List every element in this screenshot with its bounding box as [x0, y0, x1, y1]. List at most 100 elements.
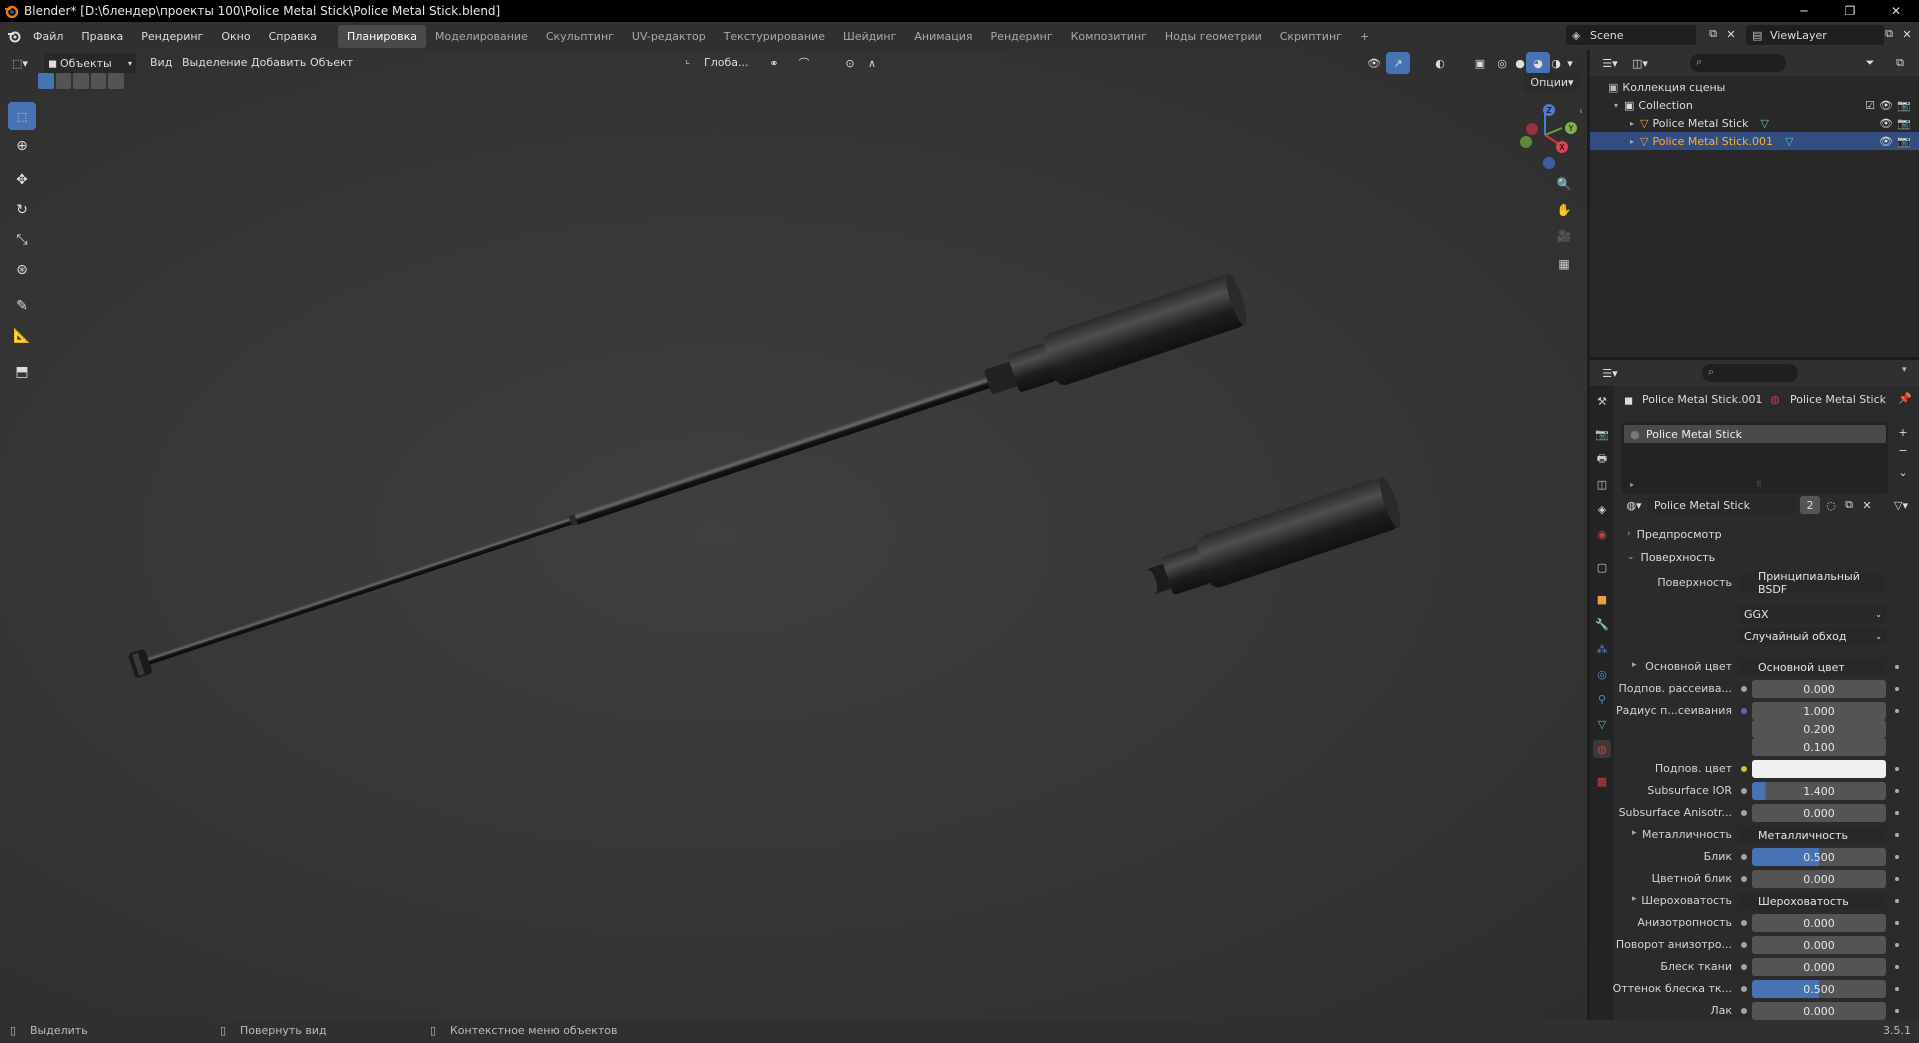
texture-tab-icon[interactable]: ▩: [1593, 772, 1611, 790]
eye-icon[interactable]: 👁: [1879, 135, 1893, 148]
color-swatch[interactable]: [1752, 760, 1886, 778]
value-slider[interactable]: 0.000: [1752, 914, 1886, 932]
select-subtract-icon[interactable]: [73, 73, 89, 89]
new-collection-icon[interactable]: ⧉: [1888, 52, 1912, 74]
police-metal-stick-extended[interactable]: [123, 272, 1251, 692]
workspace-tab[interactable]: Скриптинг: [1271, 25, 1351, 48]
menu-view[interactable]: Вид: [150, 56, 172, 69]
users-count[interactable]: 2: [1800, 496, 1820, 514]
socket-icon[interactable]: [1741, 854, 1747, 860]
socket-icon[interactable]: [1741, 788, 1747, 794]
collapse-sidebar-icon[interactable]: ‹: [1579, 106, 1583, 117]
socket-icon[interactable]: [1741, 1008, 1747, 1014]
menu-item[interactable]: Правка: [72, 30, 132, 43]
annotate-tool-icon[interactable]: ✎: [8, 292, 36, 320]
keyframe-dot-icon[interactable]: [1895, 1009, 1899, 1013]
scale-tool-icon[interactable]: ⤡: [8, 226, 36, 254]
pan-hand-icon[interactable]: ✋: [1553, 199, 1575, 221]
chevron-down-icon[interactable]: ▾: [1902, 365, 1907, 375]
resize-handle-icon[interactable]: ⠿: [1756, 480, 1762, 489]
menu-object[interactable]: Объект: [310, 56, 353, 69]
pin-icon[interactable]: 📌: [1898, 392, 1912, 405]
remove-slot-icon[interactable]: −: [1894, 441, 1912, 459]
value-slider[interactable]: 0.200: [1752, 720, 1886, 738]
menu-item[interactable]: Рендеринг: [132, 30, 212, 43]
properties-search-input[interactable]: ⌕: [1702, 364, 1798, 382]
falloff-icon[interactable]: ∧: [860, 52, 884, 74]
value-slider[interactable]: 0.100: [1752, 738, 1886, 756]
workspace-tab[interactable]: Рендеринг: [982, 25, 1062, 48]
link-type-icon[interactable]: ▽▾: [1886, 496, 1916, 514]
menu-item[interactable]: Файл: [24, 30, 72, 43]
select-box-tool-icon[interactable]: ⬚: [8, 102, 36, 130]
chevron-right-icon[interactable]: ▸: [1632, 660, 1637, 670]
outliner-search-input[interactable]: ⌕: [1690, 54, 1786, 72]
modifier-tab-icon[interactable]: 🔧: [1593, 615, 1611, 633]
camera-icon[interactable]: 📷: [1897, 135, 1911, 148]
unlink-material-icon[interactable]: ✕: [1858, 496, 1876, 514]
chevron-right-icon[interactable]: ▸: [1630, 119, 1634, 128]
physics-tab-icon[interactable]: ◎: [1593, 665, 1611, 683]
filter-icon[interactable]: ⏷: [1858, 52, 1882, 74]
socket-icon[interactable]: [1741, 876, 1747, 882]
workspace-tab[interactable]: Композитинг: [1062, 25, 1156, 48]
camera-icon[interactable]: 📷: [1897, 117, 1911, 130]
xray-icon[interactable]: ▣: [1468, 52, 1492, 74]
duplicate-material-icon[interactable]: ⧉: [1840, 496, 1858, 514]
editor-type-icon[interactable]: ⬚▾: [8, 53, 32, 73]
3d-viewport[interactable]: Z Y X: [0, 50, 1587, 1020]
socket-icon[interactable]: [1741, 686, 1747, 692]
value-slider[interactable]: 0.500: [1752, 980, 1886, 998]
visibility-icon[interactable]: 👁: [1362, 52, 1386, 74]
pivot-point-icon[interactable]: ⚭: [762, 52, 786, 74]
select-invert-icon[interactable]: [90, 73, 107, 89]
value-slider[interactable]: 0.000: [1752, 870, 1886, 888]
value-slider[interactable]: 1.400: [1752, 782, 1886, 800]
keyframe-dot-icon[interactable]: [1895, 855, 1899, 859]
linked-input-field[interactable]: Металличность: [1738, 826, 1886, 844]
measure-tool-icon[interactable]: 📐: [8, 322, 36, 350]
menu-item[interactable]: Справка: [260, 30, 326, 43]
surface-shader-field[interactable]: Принципиальный BSDF: [1738, 570, 1886, 596]
keyframe-dot-icon[interactable]: [1895, 965, 1899, 969]
delete-viewlayer-icon[interactable]: ✕: [1898, 24, 1916, 44]
chevron-right-icon[interactable]: ▸: [1632, 894, 1637, 904]
cursor-tool-icon[interactable]: ⊕: [8, 132, 36, 160]
sss-method-dropdown[interactable]: Случайный обход ⌄: [1738, 627, 1886, 645]
chevron-right-icon[interactable]: ▸: [1630, 137, 1634, 146]
socket-icon[interactable]: [1741, 708, 1747, 714]
value-slider[interactable]: 0.000: [1752, 680, 1886, 698]
browse-material-icon[interactable]: ◍▾: [1622, 495, 1646, 515]
outliner-editor-icon[interactable]: ☰▾: [1598, 52, 1622, 74]
shading-options-icon[interactable]: ▾: [1562, 52, 1578, 74]
keyframe-dot-icon[interactable]: [1895, 899, 1899, 903]
delete-scene-icon[interactable]: ✕: [1722, 24, 1740, 44]
gizmo-toggle-icon[interactable]: ↗: [1386, 52, 1410, 74]
outliner-object-0[interactable]: ▸ ▽ Police Metal Stick ▽ 👁 📷: [1590, 114, 1919, 132]
keyframe-dot-icon[interactable]: [1895, 877, 1899, 881]
minimize-button[interactable]: ─: [1781, 0, 1827, 22]
workspace-tab[interactable]: Шейдинг: [834, 25, 905, 48]
workspace-tab[interactable]: Скульптинг: [537, 25, 623, 48]
particles-tab-icon[interactable]: ⁂: [1593, 640, 1611, 658]
camera-view-icon[interactable]: 🎥: [1553, 225, 1575, 247]
mode-dropdown[interactable]: ◼ Объекты ▾: [44, 53, 136, 73]
keyframe-dot-icon[interactable]: [1895, 789, 1899, 793]
proportional-edit-icon[interactable]: ⊙: [838, 52, 862, 74]
keyframe-dot-icon[interactable]: [1895, 811, 1899, 815]
snap-icon[interactable]: ⌒: [792, 52, 816, 74]
collection-tab-icon[interactable]: ▢: [1593, 558, 1611, 576]
outliner-collection[interactable]: ▾ ▣ Collection ☑ 👁 📷: [1590, 96, 1919, 114]
fake-user-icon[interactable]: ◌: [1822, 496, 1840, 514]
tool-tab-icon[interactable]: ⚒: [1593, 392, 1611, 410]
select-extend-icon[interactable]: [55, 73, 72, 89]
zoom-icon[interactable]: 🔍: [1553, 173, 1575, 195]
rotate-tool-icon[interactable]: ↻: [8, 196, 36, 224]
material-slot-item[interactable]: ● Police Metal Stick: [1624, 425, 1886, 443]
add-slot-icon[interactable]: +: [1894, 423, 1912, 441]
keyframe-dot-icon[interactable]: [1895, 921, 1899, 925]
linked-input-field[interactable]: Основной цвет: [1738, 658, 1886, 676]
chevron-right-icon[interactable]: ▸: [1632, 828, 1637, 838]
scene-selector[interactable]: ◈ Scene: [1566, 25, 1696, 45]
workspace-tab[interactable]: +: [1351, 25, 1378, 48]
